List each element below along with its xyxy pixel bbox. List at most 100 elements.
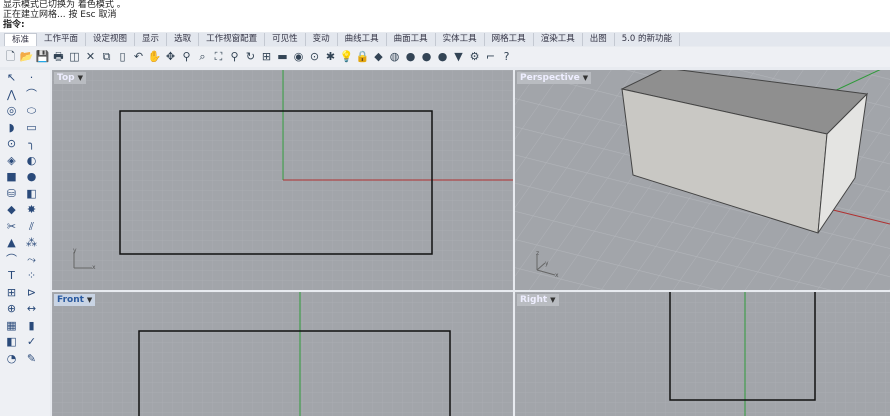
dimension-icon[interactable]: ⊕: [3, 301, 20, 318]
boolean-icon[interactable]: ◆: [3, 202, 20, 219]
rotate-icon[interactable]: ✥: [163, 49, 178, 65]
hide-icon[interactable]: ◉: [291, 49, 306, 65]
select-icon[interactable]: ✱: [323, 49, 338, 65]
tab-7[interactable]: 变动: [306, 33, 338, 46]
viewport-canvas[interactable]: y x: [52, 70, 513, 290]
tab-2[interactable]: 设定视图: [86, 33, 136, 46]
viewport-layout-icon[interactable]: ⊞: [259, 49, 274, 65]
zoom-icon[interactable]: ⚲: [179, 49, 194, 65]
trim-icon[interactable]: ✂: [3, 219, 20, 236]
viewport-right[interactable]: Right ▼: [515, 292, 890, 416]
array-icon[interactable]: ⁘: [23, 268, 40, 285]
tab-13[interactable]: 出图: [583, 33, 615, 46]
tab-12[interactable]: 渲染工具: [534, 33, 583, 46]
tab-14[interactable]: 5.0 的新功能: [615, 33, 680, 46]
zoom-selected-icon[interactable]: ⚲: [227, 49, 242, 65]
options-icon[interactable]: ⚙: [467, 49, 482, 65]
viewport-canvas[interactable]: z y x: [515, 70, 890, 290]
check-icon[interactable]: ✓: [23, 334, 40, 351]
viewport-title[interactable]: Front ▼: [54, 294, 96, 306]
cylinder-icon[interactable]: ⛁: [3, 186, 20, 203]
tab-0[interactable]: 标准: [4, 33, 38, 46]
show-icon[interactable]: ⊙: [307, 49, 322, 65]
mesh-icon[interactable]: ▲: [3, 235, 20, 252]
lock-icon[interactable]: 🔒: [355, 49, 370, 65]
tab-3[interactable]: 显示: [135, 33, 168, 46]
shade-icon[interactable]: ●: [419, 49, 434, 65]
ellipse-icon[interactable]: ⬭: [23, 103, 40, 120]
rotate-view-icon[interactable]: ↻: [243, 49, 258, 65]
snap-icon[interactable]: ⌐: [483, 49, 498, 65]
polyline-icon[interactable]: ⋀: [3, 87, 20, 104]
open-icon[interactable]: 📂: [19, 49, 34, 65]
tab-5[interactable]: 工作视窗配置: [199, 33, 266, 46]
color-wheel-icon[interactable]: ◍: [387, 49, 402, 65]
split-icon[interactable]: ⫽: [23, 219, 40, 236]
save-icon[interactable]: 💾: [35, 49, 50, 65]
chevron-down-icon[interactable]: ▼: [583, 74, 588, 82]
transform-icon[interactable]: T: [3, 268, 20, 285]
offset-icon[interactable]: ⌒: [3, 252, 20, 269]
pan-icon[interactable]: ✋: [147, 49, 162, 65]
group-icon[interactable]: ⊞: [3, 285, 20, 302]
viewport-canvas[interactable]: [52, 292, 513, 416]
viewport-top[interactable]: Top ▼ y x: [52, 70, 513, 290]
extend-icon[interactable]: ⤳: [23, 252, 40, 269]
box-icon[interactable]: ■: [3, 169, 20, 186]
render-icon[interactable]: ●: [403, 49, 418, 65]
mirror-icon[interactable]: ⊳: [23, 285, 40, 302]
tab-9[interactable]: 曲面工具: [387, 33, 436, 46]
viewport-title[interactable]: Top ▼: [54, 72, 86, 84]
print-icon[interactable]: 🖶: [51, 49, 66, 65]
tab-1[interactable]: 工作平面: [37, 33, 87, 46]
arc-icon[interactable]: ◗: [3, 120, 20, 137]
mesh-tools-icon[interactable]: ⁂: [23, 235, 40, 252]
render-icon[interactable]: ✎: [23, 351, 40, 368]
circle-tangent-icon[interactable]: ⊙: [3, 136, 20, 153]
tab-8[interactable]: 曲线工具: [338, 33, 387, 46]
tab-6[interactable]: 可见性: [265, 33, 306, 46]
cplane-icon[interactable]: ▬: [275, 49, 290, 65]
import-icon[interactable]: ◫: [67, 49, 82, 65]
curve-icon[interactable]: ⌒: [23, 87, 40, 104]
copy-icon[interactable]: ⧉: [99, 49, 114, 65]
viewport-perspective[interactable]: Perspective ▼ z y x: [515, 70, 890, 290]
help-icon[interactable]: ?: [499, 49, 514, 65]
render-preview-icon[interactable]: ●: [435, 49, 450, 65]
filter-icon[interactable]: ▼: [451, 49, 466, 65]
chevron-down-icon[interactable]: ▼: [87, 296, 92, 304]
command-prompt[interactable]: 指令:: [3, 20, 890, 30]
viewport-front[interactable]: Front ▼: [52, 292, 513, 416]
rectangle-icon[interactable]: ▭: [23, 120, 40, 137]
tab-10[interactable]: 实体工具: [436, 33, 485, 46]
paste-icon[interactable]: ▯: [115, 49, 130, 65]
tab-11[interactable]: 网格工具: [485, 33, 534, 46]
viewport-title[interactable]: Right ▼: [517, 294, 559, 306]
text-icon[interactable]: ↔: [23, 301, 40, 318]
analyze-icon[interactable]: ◔: [3, 351, 20, 368]
tab-4[interactable]: 选取: [167, 33, 200, 46]
chevron-down-icon[interactable]: ▼: [550, 296, 555, 304]
circle-icon[interactable]: ◎: [3, 103, 20, 120]
surface-patch-icon[interactable]: ◐: [23, 153, 40, 170]
explode-icon[interactable]: ✸: [23, 202, 40, 219]
layer-icon[interactable]: ▮: [23, 318, 40, 335]
zoom-window-icon[interactable]: ⌕: [195, 49, 210, 65]
grid-icon[interactable]: ▦: [3, 318, 20, 335]
select-arrow-icon[interactable]: ↖: [3, 70, 20, 87]
cut-icon[interactable]: ✕: [83, 49, 98, 65]
viewport-canvas[interactable]: [515, 292, 890, 416]
undo-icon[interactable]: ↶: [131, 49, 146, 65]
chevron-down-icon[interactable]: ▼: [78, 74, 83, 82]
fillet-curve-icon[interactable]: ╮: [23, 136, 40, 153]
point-icon[interactable]: ·: [23, 70, 40, 87]
extrude-icon[interactable]: ◧: [23, 186, 40, 203]
zoom-extents-icon[interactable]: ⛶: [211, 49, 226, 65]
sphere-icon[interactable]: ●: [23, 169, 40, 186]
light-icon[interactable]: 💡: [339, 49, 354, 65]
new-icon[interactable]: 🗋: [3, 49, 18, 65]
properties-icon[interactable]: ◧: [3, 334, 20, 351]
viewport-title[interactable]: Perspective ▼: [517, 72, 592, 84]
material-icon[interactable]: ◆: [371, 49, 386, 65]
surface-icon[interactable]: ◈: [3, 153, 20, 170]
